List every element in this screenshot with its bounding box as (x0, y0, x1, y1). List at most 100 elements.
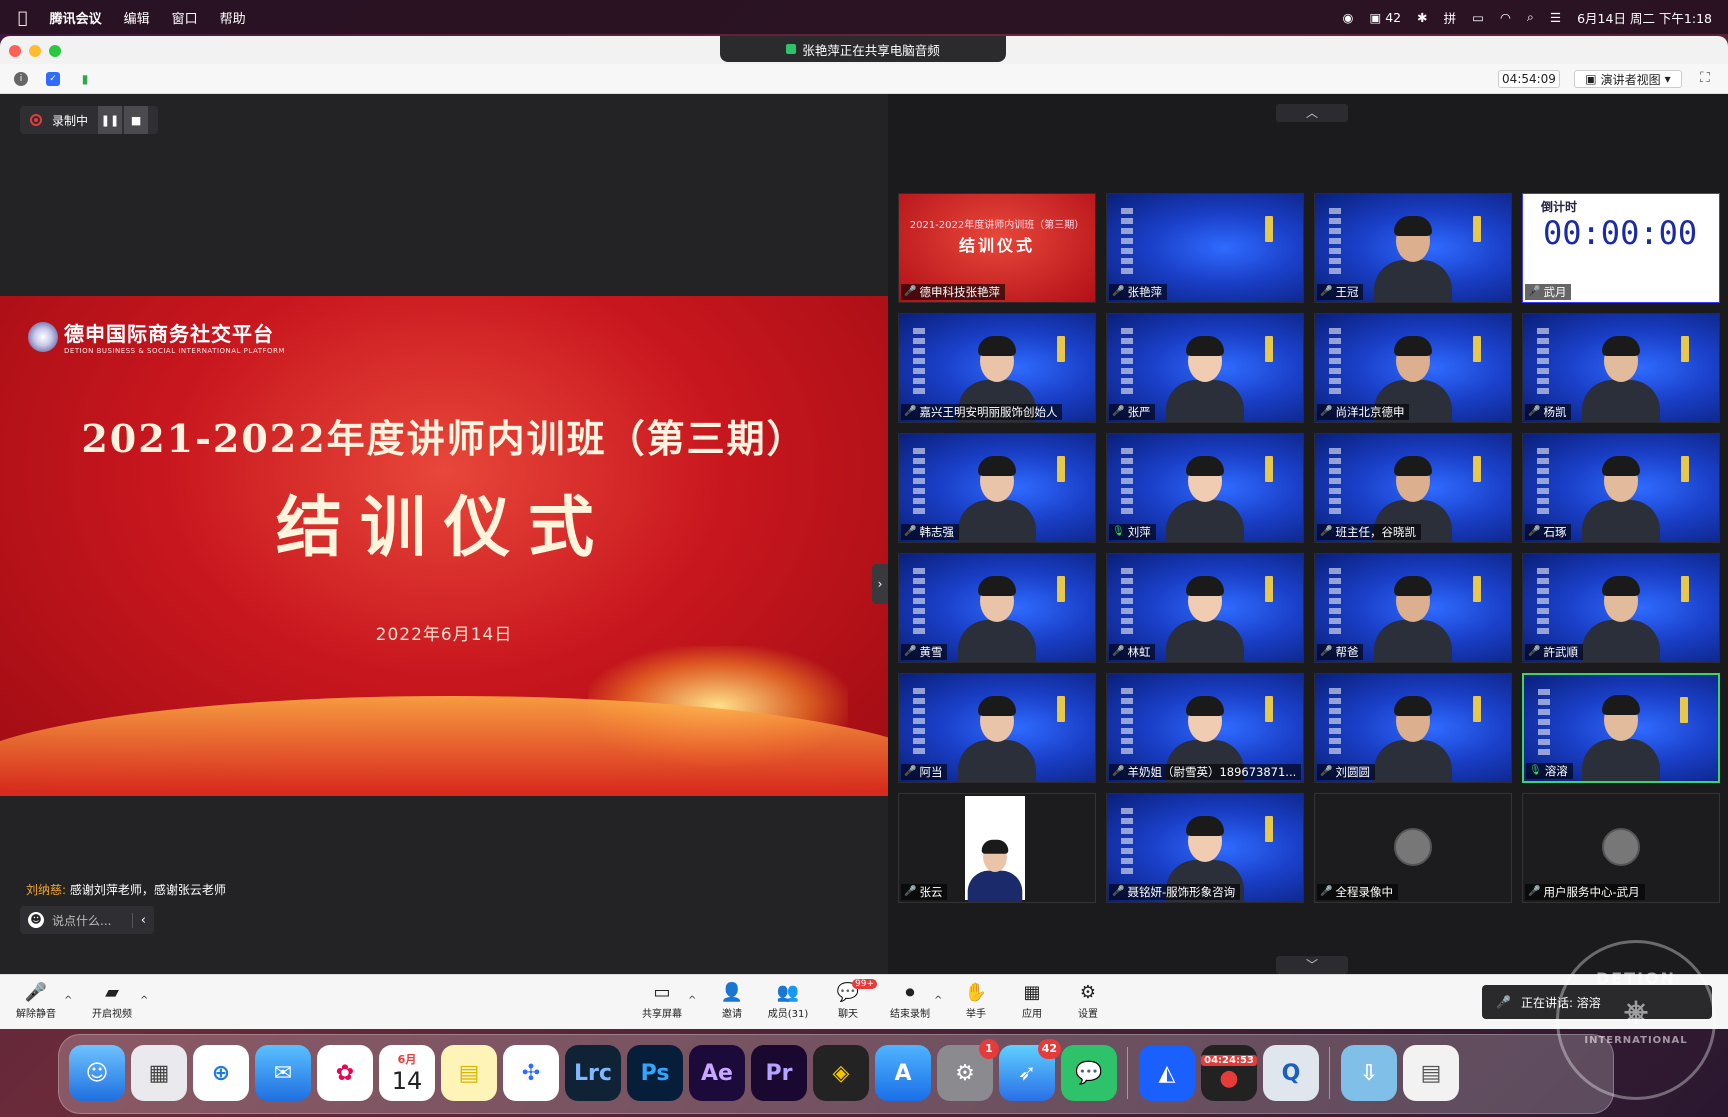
participant-tile[interactable]: 🎤 班主任，谷晓凯 (1314, 433, 1512, 543)
participant-tile[interactable]: 2021-2022年度讲师内训班（第三期） 结训仪式 🎤 德申科技张艳萍 (898, 193, 1096, 303)
participant-tile[interactable]: 🎙 刘萍 (1106, 433, 1304, 543)
start-video-button[interactable]: ▰ 开启视频 (82, 981, 142, 1020)
menubar-clock[interactable]: 6月14日 周二 下午1:18 (1577, 8, 1712, 27)
raise-hand-button[interactable]: ✋ 举手 (946, 981, 1006, 1020)
calendar-icon[interactable]: 6月 14 (379, 1045, 435, 1101)
sharing-banner[interactable]: 张艳萍正在共享电脑音频 (720, 36, 1006, 62)
chat-badge: 99+ (852, 979, 877, 989)
feishu-icon[interactable]: ➶ 42 (999, 1039, 1061, 1101)
participant-tile[interactable]: 🎤 聂铭妍-服饰形象咨询 (1106, 793, 1304, 903)
control-center-icon[interactable]: ☰ (1550, 10, 1561, 25)
settings-button[interactable]: ⚙ 设置 (1058, 981, 1118, 1020)
participant-tile[interactable]: 🎤 张艳萍 (1106, 193, 1304, 303)
mail-icon[interactable]: ✉ (255, 1045, 311, 1101)
background-tag (1473, 336, 1481, 362)
participant-tile[interactable]: 🎙 溶溶 (1522, 673, 1720, 783)
shield-icon[interactable]: ✓ (46, 72, 60, 86)
bluetooth-icon[interactable]: ✱ (1417, 10, 1427, 25)
end-recording-label: 结束录制 (890, 1009, 930, 1020)
tencent-meeting-icon[interactable]: ✣ (503, 1045, 559, 1101)
end-recording-button[interactable]: ⏺ 结束录制 (880, 981, 940, 1020)
notes-icon[interactable]: ▤ (441, 1045, 497, 1101)
notification-count[interactable]: ▣ 42 (1369, 10, 1401, 25)
participant-tile[interactable]: 🎤 羊奶姐（尉雪英）189673871... (1106, 673, 1304, 783)
chat-button[interactable]: 💬 99+ 聊天 (818, 979, 878, 1020)
view-mode-dropdown[interactable]: ▣ 演讲者视图 ▾ (1574, 70, 1682, 88)
menu-help[interactable]: 帮助 (220, 8, 246, 27)
participant-name: 韩志强 (919, 525, 954, 539)
participant-tile[interactable]: 倒计时 00:00:00 🎤 武月 (1522, 193, 1720, 303)
participant-tile[interactable]: 🎤 张云 (898, 793, 1096, 903)
participant-tile[interactable]: 🎤 韩志强 (898, 433, 1096, 543)
quicktime-icon[interactable]: Q (1263, 1045, 1319, 1101)
menu-window[interactable]: 窗口 (172, 8, 198, 27)
stop-recording-button[interactable]: ■ (124, 106, 149, 134)
downloads-folder-icon[interactable]: ⇩ (1341, 1045, 1397, 1101)
participant-tile[interactable]: 🎤 嘉兴王明安明丽服饰创始人 (898, 313, 1096, 423)
unmute-button[interactable]: 🎤 解除静音 (6, 981, 66, 1020)
participant-tile[interactable]: 🎤 尚洋北京德申 (1314, 313, 1512, 423)
participant-name-label: 🎤 用户服务中心-武月 (1525, 884, 1645, 900)
safari-icon[interactable]: ⊕ (193, 1045, 249, 1101)
search-icon[interactable]: ⌕ (1527, 9, 1534, 25)
participant-tile[interactable]: 🎤 阿当 (898, 673, 1096, 783)
finder-icon[interactable]: ☺ (69, 1045, 125, 1101)
apps-button[interactable]: ▦ 应用 (1002, 981, 1062, 1020)
lark-docs-icon[interactable]: ◭ (1139, 1045, 1195, 1101)
participant-tile[interactable]: 🎤 許武順 (1522, 553, 1720, 663)
background-tag (1265, 816, 1273, 842)
screen-recorder-icon[interactable]: 04:24:53 ● (1201, 1045, 1257, 1101)
document-icon[interactable]: ▤ (1403, 1045, 1459, 1101)
participant-tile[interactable]: 🎤 用户服务中心-武月 (1522, 793, 1720, 903)
lightroom-icon[interactable]: Lrc (565, 1045, 621, 1101)
participant-tile[interactable]: 🎤 帮爸 (1314, 553, 1512, 663)
background-tag (1473, 696, 1481, 722)
premiere-icon[interactable]: Pr (751, 1045, 807, 1101)
audio-options-caret[interactable]: ^ (64, 995, 72, 1006)
pause-recording-button[interactable]: ❚❚ (98, 106, 123, 134)
share-screen-button[interactable]: ▭ 共享屏幕 (632, 981, 692, 1020)
participant-tile[interactable]: 🎤 王冠 (1314, 193, 1512, 303)
zoom-window-button[interactable] (49, 45, 61, 57)
system-preferences-icon[interactable]: ⚙ 1 (937, 1039, 999, 1101)
participant-tile[interactable]: 🎤 黄雪 (898, 553, 1096, 663)
participant-tile[interactable]: 🎤 刘圆圆 (1314, 673, 1512, 783)
bluetooth-people-icon[interactable]: ◉ (1343, 10, 1354, 25)
app-store-icon[interactable]: A (875, 1045, 931, 1101)
davinci-icon[interactable]: ◈ (813, 1045, 869, 1101)
participant-tile[interactable]: 🎤 杨凯 (1522, 313, 1720, 423)
participant-tile[interactable]: 🎤 林虹 (1106, 553, 1304, 663)
invite-button[interactable]: 👤 邀请 (702, 981, 762, 1020)
photos-icon[interactable]: ✿ (317, 1045, 373, 1101)
recording-indicator: 录制中 ❚❚ ■ (20, 106, 158, 134)
page-up-button[interactable]: ︿ (1276, 104, 1348, 122)
after-effects-icon[interactable]: Ae (689, 1045, 745, 1101)
emoji-icon[interactable]: ☻ (28, 912, 44, 928)
wifi-icon[interactable]: ◠ (1500, 10, 1511, 25)
recording-options-caret[interactable]: ^ (934, 995, 942, 1006)
apple-icon[interactable]:  (18, 8, 28, 27)
participant-name-label: 🎤 黄雪 (901, 644, 948, 660)
wechat-icon[interactable]: 💬 (1061, 1045, 1117, 1101)
chevron-left-icon[interactable]: ‹ (131, 912, 146, 928)
battery-icon[interactable]: ▭ (1472, 10, 1484, 25)
menu-app-name[interactable]: 腾讯会议 (50, 8, 102, 27)
share-options-caret[interactable]: ^ (688, 995, 696, 1006)
menu-edit[interactable]: 编辑 (124, 8, 150, 27)
participant-tile[interactable]: 🎤 石琢 (1522, 433, 1720, 543)
signal-icon[interactable]: ▮ (78, 72, 92, 86)
input-method-icon[interactable]: 拼 (1444, 8, 1457, 27)
participant-tile[interactable]: 🎤 全程录像中 (1314, 793, 1512, 903)
collapse-gallery-handle[interactable]: › (872, 564, 888, 604)
video-options-caret[interactable]: ^ (140, 995, 148, 1006)
members-button[interactable]: 👥 成员(31) (758, 981, 818, 1020)
close-window-button[interactable] (9, 45, 21, 57)
minimize-window-button[interactable] (29, 45, 41, 57)
fullscreen-icon[interactable]: ⛶ (1700, 70, 1710, 86)
chat-input[interactable]: ☻ 说点什么... ‹ (20, 906, 154, 934)
participant-tile[interactable]: 🎤 张严 (1106, 313, 1304, 423)
photoshop-icon[interactable]: Ps (627, 1045, 683, 1101)
page-down-button[interactable]: ﹀ (1276, 956, 1348, 974)
info-icon[interactable]: i (14, 72, 28, 86)
launchpad-icon[interactable]: ▦ (131, 1045, 187, 1101)
